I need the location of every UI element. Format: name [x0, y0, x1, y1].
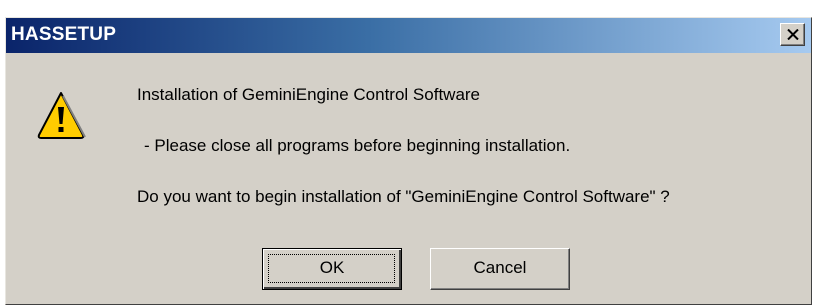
cancel-button-label: Cancel: [473, 258, 527, 277]
setup-dialog: HASSETUP Installation of GeminiEngine Co…: [5, 17, 812, 305]
title-bar: HASSETUP: [6, 18, 811, 53]
ok-button-label: OK: [319, 258, 345, 277]
warning-icon: [37, 92, 86, 139]
close-button[interactable]: [780, 23, 805, 46]
cancel-button[interactable]: Cancel: [430, 248, 570, 290]
message-instruction: - Please close all programs before begin…: [144, 136, 571, 155]
close-icon: [787, 29, 799, 40]
message-title: Installation of GeminiEngine Control Sof…: [137, 85, 481, 104]
window-title: HASSETUP: [11, 24, 117, 45]
ok-button[interactable]: OK: [262, 248, 402, 290]
message-question: Do you want to begin installation of "Ge…: [137, 187, 670, 206]
